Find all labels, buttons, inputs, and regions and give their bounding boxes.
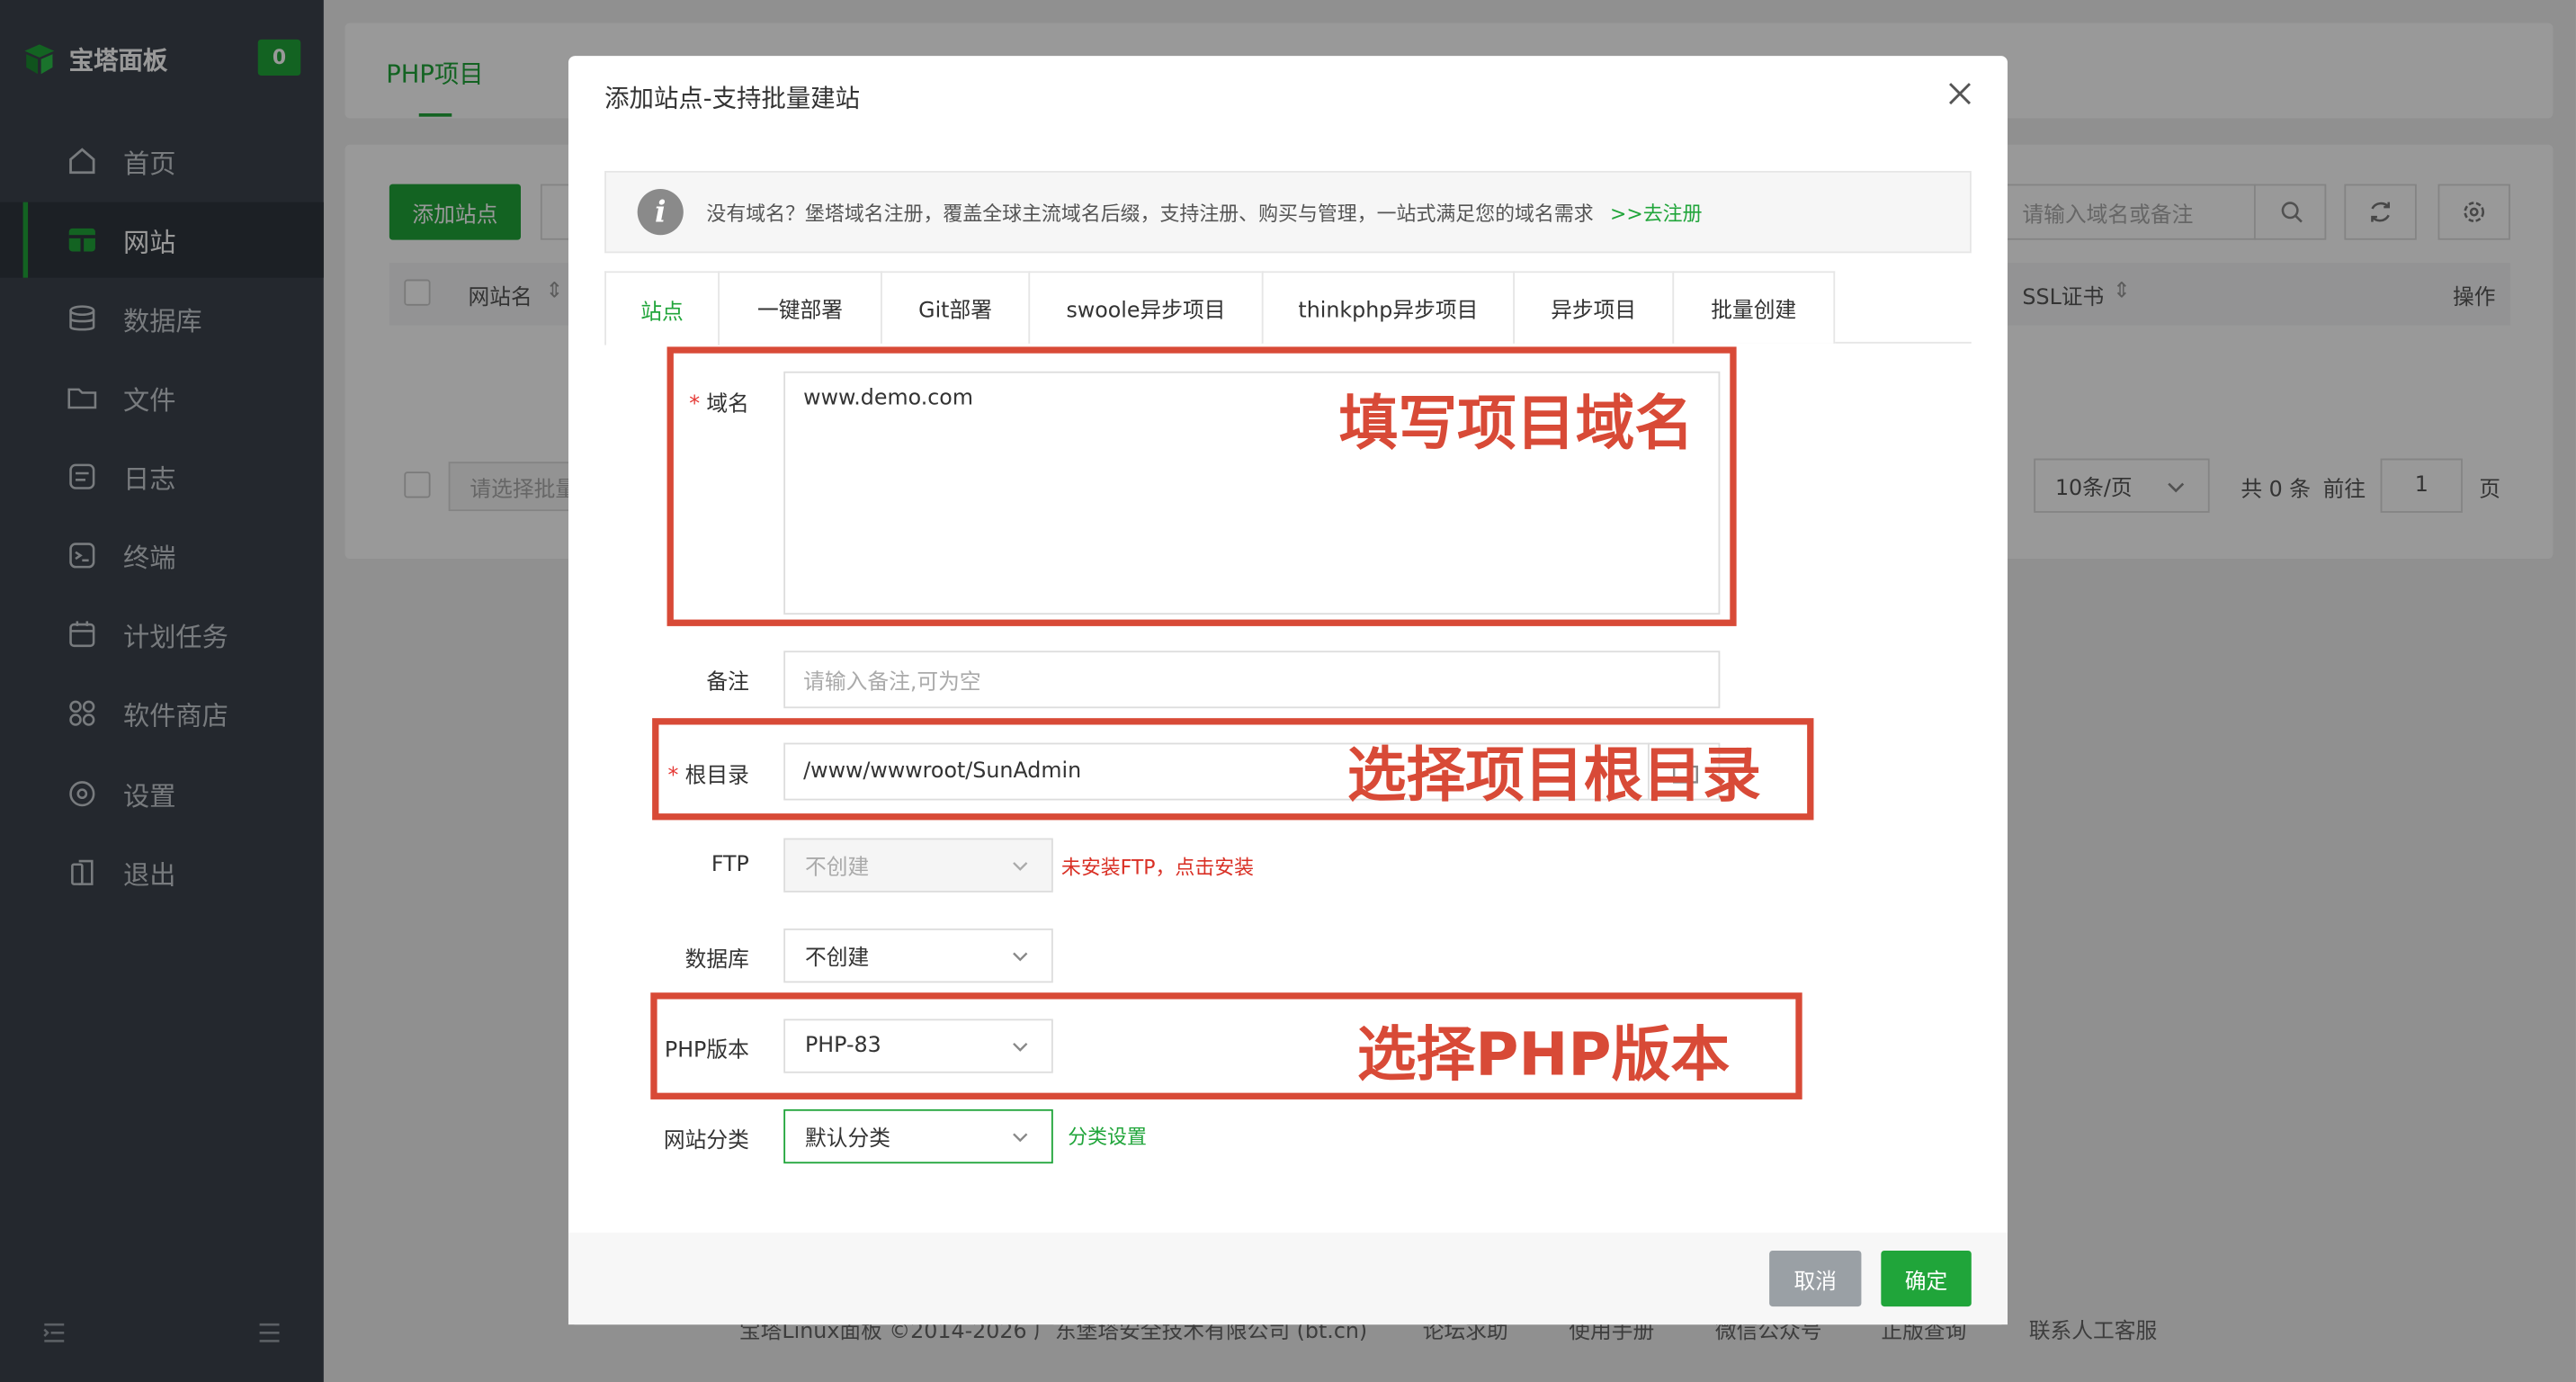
database-select-value: 不创建 xyxy=(804,947,870,972)
tab-swoole[interactable]: swoole异步项目 xyxy=(1028,271,1264,344)
remark-label: 备注 xyxy=(706,670,749,695)
tab-thinkphp[interactable]: thinkphp异步项目 xyxy=(1261,271,1516,344)
chevron-down-icon xyxy=(1013,1133,1028,1143)
category-settings-link[interactable]: 分类设置 xyxy=(1068,1122,1147,1150)
promo-text: 没有域名？堡塔域名注册，覆盖全球主流域名后缀，支持注册、购买与管理，一站式满足您… xyxy=(706,201,1594,225)
confirm-button[interactable]: 确定 xyxy=(1881,1250,1972,1307)
ftp-select-value: 不创建 xyxy=(804,856,870,882)
chevron-down-icon xyxy=(1013,862,1028,871)
domain-promo-bar: i 没有域名？堡塔域名注册，覆盖全球主流域名后缀，支持注册、购买与管理，一站式满… xyxy=(604,170,1972,254)
category-select-value: 默认分类 xyxy=(804,1126,890,1153)
tab-async[interactable]: 异步项目 xyxy=(1513,271,1675,344)
modal-tabs: 站点 一键部署 Git部署 swoole异步项目 thinkphp异步项目 异步… xyxy=(604,271,1972,346)
annotation-domain: 填写项目域名 xyxy=(1338,390,1695,459)
ftp-label: FTP xyxy=(711,852,749,878)
close-icon[interactable] xyxy=(1945,79,1975,109)
database-label: 数据库 xyxy=(684,947,749,974)
annotation-root: 选择项目根目录 xyxy=(1346,742,1762,811)
ftp-select: 不创建 xyxy=(783,838,1053,893)
cancel-button[interactable]: 取消 xyxy=(1769,1250,1862,1307)
tab-batch-create[interactable]: 批量创建 xyxy=(1672,271,1836,344)
category-select[interactable]: 默认分类 xyxy=(783,1108,1053,1164)
chevron-down-icon xyxy=(1013,952,1028,962)
register-link[interactable]: >>去注册 xyxy=(1610,198,1703,226)
tab-git-deploy[interactable]: Git部署 xyxy=(881,271,1031,344)
remark-input[interactable]: 请输入备注,可为空 xyxy=(783,651,1721,709)
annotation-php: 选择PHP版本 xyxy=(1356,1022,1731,1090)
category-label: 网站分类 xyxy=(663,1128,749,1154)
tab-site[interactable]: 站点 xyxy=(604,271,720,346)
info-icon: i xyxy=(637,189,684,236)
database-select[interactable]: 不创建 xyxy=(783,928,1053,983)
install-ftp-link[interactable]: 未安装FTP，点击安装 xyxy=(1061,853,1254,881)
tab-one-click-deploy[interactable]: 一键部署 xyxy=(718,271,882,344)
modal-title: 添加站点-支持批量建站 xyxy=(604,84,861,114)
